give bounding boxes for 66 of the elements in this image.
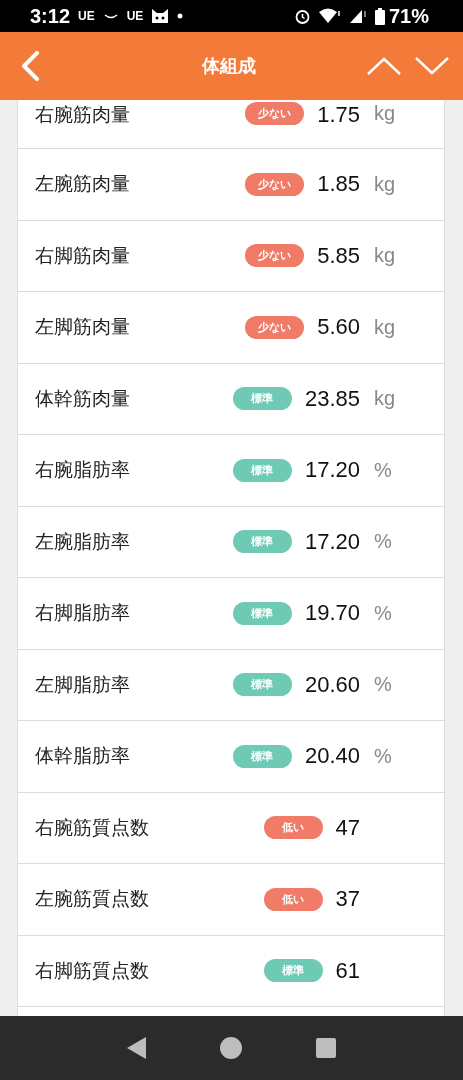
unit-label: kg bbox=[374, 172, 396, 195]
row-label: 右腕筋肉量 bbox=[35, 102, 131, 127]
row-label: 左腕筋質点数 bbox=[35, 886, 150, 912]
row-label: 右腕筋質点数 bbox=[35, 814, 150, 840]
row-value: 1.85 bbox=[317, 171, 360, 198]
unit-label: % bbox=[374, 458, 392, 481]
alarm-icon bbox=[293, 7, 311, 25]
dot-icon bbox=[177, 13, 184, 19]
status-time: 3:12 bbox=[30, 4, 71, 28]
status-badge: 標準 bbox=[232, 387, 292, 411]
unit-label: kg bbox=[374, 102, 396, 124]
unit-label: kg bbox=[374, 315, 396, 338]
status-badge: 少ない bbox=[245, 102, 305, 125]
status-badge: 標準 bbox=[232, 673, 292, 697]
recents-icon[interactable] bbox=[315, 1037, 338, 1059]
signal-icon bbox=[348, 8, 367, 24]
row-label: 体幹脂肪率 bbox=[35, 743, 131, 769]
status-badge: 標準 bbox=[232, 744, 292, 768]
row-value: 1.75 bbox=[317, 102, 360, 128]
row-value: 17.20 bbox=[304, 528, 360, 555]
row-label: 左脚脂肪率 bbox=[35, 671, 131, 697]
home-icon[interactable] bbox=[219, 1036, 244, 1060]
status-badge: 標準 bbox=[232, 530, 292, 554]
header-title: 体組成 bbox=[200, 54, 257, 78]
status-badge: 標準 bbox=[263, 959, 323, 983]
chevron-down-icon[interactable] bbox=[415, 57, 449, 75]
wifi-icon bbox=[318, 8, 341, 24]
row-value: 17.20 bbox=[304, 457, 360, 484]
status-badge: 少ない bbox=[245, 315, 305, 339]
battery-icon bbox=[374, 7, 385, 25]
carrier-label: UE bbox=[78, 9, 95, 23]
row-label: 右脚筋質点数 bbox=[35, 957, 150, 983]
status-badge: 低い bbox=[263, 816, 323, 840]
row-value: 19.70 bbox=[304, 600, 360, 627]
row-label: 右脚筋肉量 bbox=[35, 242, 131, 268]
smile-icon bbox=[102, 11, 119, 21]
unit-label: % bbox=[374, 530, 392, 553]
row-label: 右脚脂肪率 bbox=[35, 600, 131, 626]
unit-label: kg bbox=[374, 244, 396, 267]
row-value: 37 bbox=[335, 886, 360, 913]
back-icon[interactable] bbox=[125, 1036, 148, 1060]
row-label: 左腕筋肉量 bbox=[35, 171, 131, 197]
battery-percentage: 71% bbox=[388, 4, 429, 28]
unit-label: % bbox=[374, 601, 392, 624]
carrier-label: UE bbox=[126, 9, 144, 23]
status-badge: 少ない bbox=[245, 244, 305, 268]
cat-icon bbox=[151, 8, 170, 24]
row-label: 左腕脂肪率 bbox=[35, 528, 131, 554]
unit-label: kg bbox=[374, 387, 396, 410]
status-badge: 低い bbox=[263, 887, 323, 911]
row-label: 左脚筋肉量 bbox=[35, 314, 131, 340]
chevron-up-icon[interactable] bbox=[367, 57, 401, 75]
row-value: 20.40 bbox=[304, 743, 360, 770]
unit-label: % bbox=[374, 673, 392, 696]
status-badge: 少ない bbox=[245, 172, 305, 196]
row-value: 23.85 bbox=[304, 385, 360, 412]
row-value: 47 bbox=[335, 814, 360, 841]
row-value: 61 bbox=[335, 957, 360, 984]
row-label: 体幹筋肉量 bbox=[35, 385, 131, 411]
row-value: 20.60 bbox=[304, 671, 360, 698]
row-value: 5.60 bbox=[317, 314, 360, 341]
status-badge: 標準 bbox=[232, 601, 292, 625]
unit-label: % bbox=[374, 744, 392, 767]
row-value: 5.85 bbox=[317, 242, 360, 269]
status-badge: 標準 bbox=[232, 458, 292, 482]
row-label: 右腕脂肪率 bbox=[35, 457, 131, 483]
